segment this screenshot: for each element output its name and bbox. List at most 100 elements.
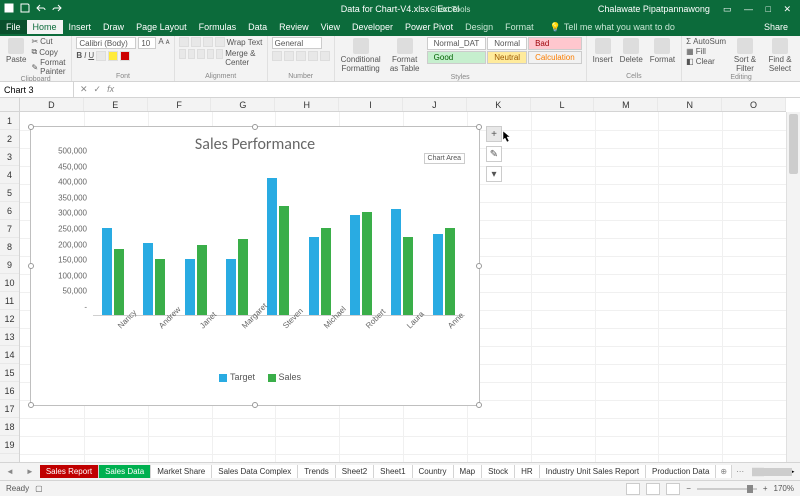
col-header-O[interactable]: O <box>722 98 786 111</box>
col-header-H[interactable]: H <box>275 98 339 111</box>
tab-review[interactable]: Review <box>273 20 315 34</box>
zoom-out-button[interactable]: − <box>686 484 691 493</box>
close-icon[interactable]: ✕ <box>778 4 796 14</box>
bar-sales-Janet[interactable] <box>197 245 207 315</box>
row-header-19[interactable]: 19 <box>0 436 19 454</box>
chart-plot-area[interactable]: -50,000100,000150,000200,000250,000300,0… <box>45 160 465 340</box>
enter-formula-icon[interactable]: ✓ <box>94 84 102 95</box>
indent-dec-icon[interactable] <box>207 49 214 59</box>
autosave-icon[interactable] <box>4 3 14 15</box>
chart-legend[interactable]: Target Sales <box>31 372 479 382</box>
sheet-tab-market-share[interactable]: Market Share <box>151 465 212 478</box>
tab-formulas[interactable]: Formulas <box>193 20 243 34</box>
sheet-more-icon[interactable]: ⋯ <box>732 467 748 476</box>
fx-icon[interactable]: fx <box>107 84 114 95</box>
indent-inc-icon[interactable] <box>216 49 223 59</box>
col-header-I[interactable]: I <box>339 98 403 111</box>
font-size-select[interactable]: 10 <box>138 37 156 49</box>
row-header-15[interactable]: 15 <box>0 364 19 382</box>
row-header-17[interactable]: 17 <box>0 400 19 418</box>
view-page-layout-button[interactable] <box>646 483 660 495</box>
cut-button[interactable]: ✂Cut <box>31 37 67 46</box>
sheet-tab-industry-unit-sales-report[interactable]: Industry Unit Sales Report <box>540 465 646 478</box>
insert-cells-button[interactable]: Insert <box>591 37 615 65</box>
delete-cells-button[interactable]: Delete <box>618 37 645 65</box>
align-bottom-icon[interactable] <box>203 37 213 47</box>
col-header-G[interactable]: G <box>211 98 275 111</box>
chart-y-axis[interactable]: -50,000100,000150,000200,000250,000300,0… <box>45 160 89 316</box>
style-bad[interactable]: Bad <box>528 37 582 50</box>
sheet-tab-trends[interactable]: Trends <box>298 465 336 478</box>
tab-insert[interactable]: Insert <box>63 20 98 34</box>
worksheet-grid[interactable]: DEFGHIJKLMNO 123456789101112131415161718… <box>0 98 800 462</box>
column-headers[interactable]: DEFGHIJKLMNO <box>20 98 786 112</box>
bar-sales-Margaret[interactable] <box>238 239 248 315</box>
row-header-6[interactable]: 6 <box>0 202 19 220</box>
zoom-in-button[interactable]: + <box>763 484 768 493</box>
sort-filter-button[interactable]: Sort & Filter <box>729 37 761 74</box>
autosum-button[interactable]: ΣAutoSum <box>686 37 726 46</box>
bar-sales-Steven[interactable] <box>279 206 289 315</box>
horizontal-scrollbar[interactable] <box>752 467 764 477</box>
name-box[interactable]: Chart 3 <box>0 82 74 97</box>
undo-icon[interactable] <box>36 3 46 15</box>
row-header-8[interactable]: 8 <box>0 238 19 256</box>
chart-bars[interactable] <box>93 160 465 316</box>
fill-button[interactable]: ▦Fill <box>686 47 726 56</box>
maximize-icon[interactable]: □ <box>761 4 776 14</box>
bar-sales-Michael[interactable] <box>321 228 331 315</box>
orientation-icon[interactable] <box>215 37 225 47</box>
row-header-5[interactable]: 5 <box>0 184 19 202</box>
bar-target-Laura[interactable] <box>391 209 401 315</box>
col-header-M[interactable]: M <box>594 98 658 111</box>
merge-center-button[interactable]: Merge & Center <box>225 49 262 67</box>
sheet-tab-sales-data-complex[interactable]: Sales Data Complex <box>212 465 298 478</box>
bar-sales-Andrew[interactable] <box>155 259 165 315</box>
view-normal-button[interactable] <box>626 483 640 495</box>
tab-file[interactable]: File <box>0 20 27 34</box>
align-right-icon[interactable] <box>197 49 204 59</box>
bar-target-Anne[interactable] <box>433 234 443 315</box>
sheet-tab-sheet2[interactable]: Sheet2 <box>336 465 374 478</box>
chart-filters-button[interactable]: ▾ <box>486 166 502 182</box>
col-header-E[interactable]: E <box>84 98 148 111</box>
sheet-nav-prev[interactable]: ◄ <box>0 467 20 476</box>
paste-button[interactable]: Paste <box>4 37 28 65</box>
find-select-button[interactable]: Find & Select <box>764 37 796 74</box>
zoom-slider[interactable] <box>697 488 757 490</box>
sheet-tab-country[interactable]: Country <box>413 465 454 478</box>
bar-target-Andrew[interactable] <box>143 243 153 315</box>
hscroll-thumb[interactable] <box>752 468 792 476</box>
italic-button[interactable]: I <box>84 51 86 61</box>
font-color-icon[interactable] <box>120 51 130 61</box>
share-button[interactable]: Share <box>758 20 794 34</box>
chart-styles-button[interactable]: ✎ <box>486 146 502 162</box>
add-sheet-button[interactable]: ⊕ <box>716 465 732 478</box>
sheet-tab-map[interactable]: Map <box>454 465 483 478</box>
bar-target-Nancy[interactable] <box>102 228 112 315</box>
dec-decimal-icon[interactable] <box>320 51 330 61</box>
style-calculation[interactable]: Calculation <box>528 51 582 64</box>
col-header-L[interactable]: L <box>531 98 595 111</box>
bar-sales-Robert[interactable] <box>362 212 372 315</box>
minimize-icon[interactable]: — <box>739 4 758 14</box>
chart-elements-button[interactable]: + <box>486 126 502 142</box>
sheet-tab-sales-report[interactable]: Sales Report <box>40 465 99 478</box>
increase-font-icon[interactable]: A <box>158 37 163 49</box>
row-header-3[interactable]: 3 <box>0 148 19 166</box>
border-icon[interactable] <box>96 51 106 61</box>
select-all-corner[interactable] <box>0 98 20 112</box>
col-header-J[interactable]: J <box>403 98 467 111</box>
row-header-9[interactable]: 9 <box>0 256 19 274</box>
bar-sales-Laura[interactable] <box>403 237 413 315</box>
align-top-icon[interactable] <box>179 37 189 47</box>
col-header-N[interactable]: N <box>658 98 722 111</box>
format-as-table-button[interactable]: Format as Table <box>386 37 424 74</box>
wrap-text-button[interactable]: Wrap Text <box>227 37 263 47</box>
row-header-14[interactable]: 14 <box>0 346 19 364</box>
row-header-12[interactable]: 12 <box>0 310 19 328</box>
col-header-F[interactable]: F <box>148 98 212 111</box>
style-normal[interactable]: Normal <box>487 37 527 50</box>
comma-icon[interactable] <box>296 51 306 61</box>
conditional-formatting-button[interactable]: Conditional Formatting <box>339 37 383 74</box>
